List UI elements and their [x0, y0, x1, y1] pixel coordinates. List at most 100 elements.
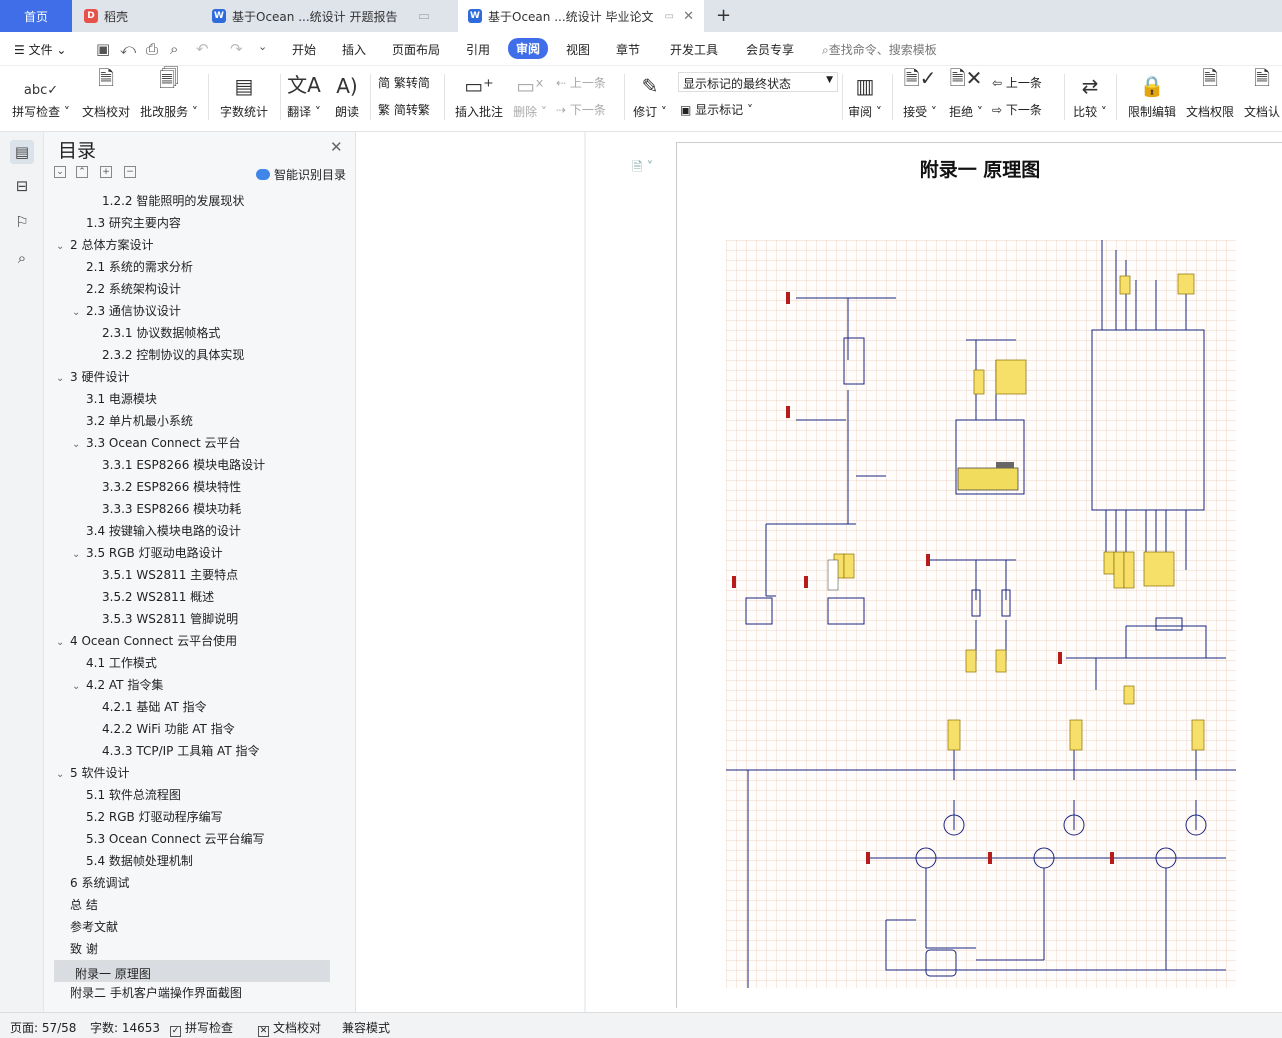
quick-access-dropdown-icon[interactable]: ⌄ — [258, 40, 267, 53]
file-menu[interactable]: ☰ 文件 ⌄ — [14, 41, 66, 58]
expand-icon[interactable]: ⌃ — [76, 166, 88, 178]
toc-item[interactable]: 3.3.2 ESP8266 模块特性 — [54, 476, 330, 498]
menu-insert[interactable]: 插入 — [342, 41, 366, 58]
close-icon[interactable]: ✕ — [330, 138, 343, 156]
toc-item[interactable]: ⌄ 3 硬件设计 — [54, 366, 330, 388]
doc-proof-button[interactable]: 🗎 文档校对 — [78, 66, 134, 128]
chevron-down-icon[interactable]: ⌄ — [56, 632, 70, 654]
toc-item[interactable]: 4.3.3 TCP/IP 工具箱 AT 指令 — [54, 740, 330, 762]
save-icon[interactable]: ▣ — [96, 40, 110, 58]
toc-item[interactable]: 3.5.3 WS2811 管脚说明 — [54, 608, 330, 630]
toc-item[interactable]: ⌄ 4.2 AT 指令集 — [54, 674, 330, 696]
word-count-indicator[interactable]: 字数: 14653 — [90, 1019, 160, 1036]
toc-item[interactable]: ⌄ 2 总体方案设计 — [54, 234, 330, 256]
toc-item[interactable]: 3.3.3 ESP8266 模块功耗 — [54, 498, 330, 520]
translate-button[interactable]: 文A 翻译 ˅ — [284, 66, 324, 128]
toc-item[interactable]: 2.1 系统的需求分析 — [54, 256, 330, 278]
tab-home[interactable]: 首页 — [0, 0, 72, 32]
toc-item[interactable]: ⌄ 2.3 通信协议设计 — [54, 300, 330, 322]
toc-item[interactable]: 1.3 研究主要内容 — [54, 212, 330, 234]
next-change-button[interactable]: ⇨ 下一条 — [992, 101, 1042, 118]
chevron-down-icon[interactable]: ⌄ — [56, 236, 70, 258]
doc-proof-toggle[interactable]: ✕ 文档校对 — [258, 1019, 321, 1037]
toc-item[interactable]: 3.4 按键输入模块电路的设计 — [54, 520, 330, 542]
prev-change-button[interactable]: ⇦ 上一条 — [992, 74, 1042, 91]
restrict-edit-button[interactable]: 🔒 限制编辑 — [1122, 66, 1182, 128]
toc-item[interactable]: 致 谢 — [54, 938, 330, 960]
trad-to-simp-button[interactable]: 简 繁转简 — [378, 74, 430, 91]
toc-item[interactable]: 6 系统调试 — [54, 872, 330, 894]
new-tab-button[interactable]: + — [716, 5, 731, 26]
menu-member[interactable]: 会员专享 — [746, 41, 794, 58]
toc-item[interactable]: 4.1 工作模式 — [54, 652, 330, 674]
cloud-icon[interactable]: ⤺ — [120, 40, 136, 58]
insert-comment-button[interactable]: ▭⁺ 插入批注 — [450, 66, 508, 128]
toc-item[interactable]: 3.1 电源模块 — [54, 388, 330, 410]
toc-item[interactable]: 3.5.2 WS2811 概述 — [54, 586, 330, 608]
toc-panel-icon[interactable]: ▤ — [10, 140, 34, 164]
bookmark-icon[interactable]: ⚐ — [10, 210, 34, 234]
undo-icon[interactable]: ↶ — [196, 40, 209, 58]
review-pane-button[interactable]: ▥ 审阅 ˅ — [846, 66, 884, 128]
next-comment-button[interactable]: ⇢ 下一条 — [556, 101, 606, 118]
search-icon[interactable]: ⌕ — [10, 246, 34, 270]
reject-button[interactable]: 🗎✕ 拒绝 ˅ — [946, 66, 986, 128]
outline-icon[interactable]: ⊟ — [10, 174, 34, 198]
tab-doc-thesis[interactable]: W 基于Ocean ...统设计 毕业论文 ▭ ✕ — [458, 0, 704, 32]
redo-icon[interactable]: ↷ — [230, 40, 243, 58]
toc-item[interactable]: 总 结 — [54, 894, 330, 916]
menu-reference[interactable]: 引用 — [466, 41, 490, 58]
command-search[interactable]: ⌕查找命令、搜索模板 — [822, 41, 937, 58]
spell-check-toggle[interactable]: ✓ 拼写检查 — [170, 1019, 233, 1037]
toc-item[interactable]: 4.2.2 WiFi 功能 AT 指令 — [54, 718, 330, 740]
toc-item[interactable]: 5.1 软件总流程图 — [54, 784, 330, 806]
toc-item[interactable]: 附录一 原理图 — [54, 960, 330, 982]
read-aloud-button[interactable]: A) 朗读 — [330, 66, 364, 128]
page-options-icon[interactable]: 🗎 ˅ — [632, 158, 653, 180]
toc-item[interactable]: 附录二 手机客户端操作界面截图 — [54, 982, 330, 1004]
simp-to-trad-button[interactable]: 繁 简转繁 — [378, 101, 430, 118]
print-icon[interactable]: ⎙ — [146, 40, 158, 58]
add-heading-icon[interactable]: + — [100, 166, 112, 178]
toc-item[interactable]: 5.3 Ocean Connect 云平台编写 — [54, 828, 330, 850]
toc-item[interactable]: 参考文献 — [54, 916, 330, 938]
accept-button[interactable]: 🗎✓ 接受 ˅ — [900, 66, 940, 128]
toc-item[interactable]: ⌄ 4 Ocean Connect 云平台使用 — [54, 630, 330, 652]
revise-button[interactable]: ✎ 修订 ˅ — [630, 66, 670, 128]
toc-item[interactable]: ⌄ 5 软件设计 — [54, 762, 330, 784]
tab-daoke[interactable]: D 稻壳 — [74, 0, 196, 32]
menu-review[interactable]: 审阅 — [508, 38, 549, 59]
print-preview-icon[interactable]: ⌕ — [170, 40, 178, 58]
toc-item[interactable]: 3.2 单片机最小系统 — [54, 410, 330, 432]
chevron-down-icon[interactable]: ⌄ — [72, 302, 86, 324]
toc-item[interactable]: 1.2.2 智能照明的发展现状 — [54, 190, 330, 212]
chevron-down-icon[interactable]: ⌄ — [72, 434, 86, 456]
toc-item[interactable]: 2.3.1 协议数据帧格式 — [54, 322, 330, 344]
delete-comment-button[interactable]: ▭ˣ 删除 ˅ — [510, 66, 550, 128]
doc-cert-button[interactable]: 🗎 文档认 — [1242, 66, 1282, 128]
markup-state-select[interactable]: 显示标记的最终状态 ▼ — [678, 72, 838, 92]
collapse-all-icon[interactable]: ⌄ — [54, 166, 66, 178]
word-count-button[interactable]: ▤ 字数统计 — [216, 66, 272, 128]
menu-devtools[interactable]: 开发工具 — [670, 41, 718, 58]
smart-toc-button[interactable]: 智能识别目录 — [256, 166, 346, 183]
menu-start[interactable]: 开始 — [292, 41, 316, 58]
toc-item[interactable]: 4.2.1 基础 AT 指令 — [54, 696, 330, 718]
remove-heading-icon[interactable]: − — [124, 166, 136, 178]
compare-button[interactable]: ⇄ 比较 ˅ — [1070, 66, 1110, 128]
close-tab-icon[interactable]: ✕ — [683, 9, 694, 24]
chevron-down-icon[interactable]: ⌄ — [72, 544, 86, 566]
toc-item[interactable]: 5.4 数据帧处理机制 — [54, 850, 330, 872]
menu-chapter[interactable]: 章节 — [616, 41, 640, 58]
chevron-down-icon[interactable]: ⌄ — [72, 676, 86, 698]
chevron-down-icon[interactable]: ⌄ — [56, 368, 70, 390]
toc-item[interactable]: ⌄ 3.5 RGB 灯驱动电路设计 — [54, 542, 330, 564]
doc-permission-button[interactable]: 🗎 文档权限 — [1184, 66, 1236, 128]
menu-layout[interactable]: 页面布局 — [392, 41, 440, 58]
batch-service-button[interactable]: 🗐 批改服务 ˅ — [138, 66, 200, 128]
tab-doc-proposal[interactable]: W 基于Ocean ...统设计 开题报告 ▭ — [202, 0, 454, 32]
menu-view[interactable]: 视图 — [566, 41, 590, 58]
toc-item[interactable]: 3.3.1 ESP8266 模块电路设计 — [54, 454, 330, 476]
show-markup-button[interactable]: ▣ 显示标记 ˅ — [680, 101, 753, 118]
spell-check-button[interactable]: abc✓ 拼写检查 ˅ — [10, 66, 72, 128]
